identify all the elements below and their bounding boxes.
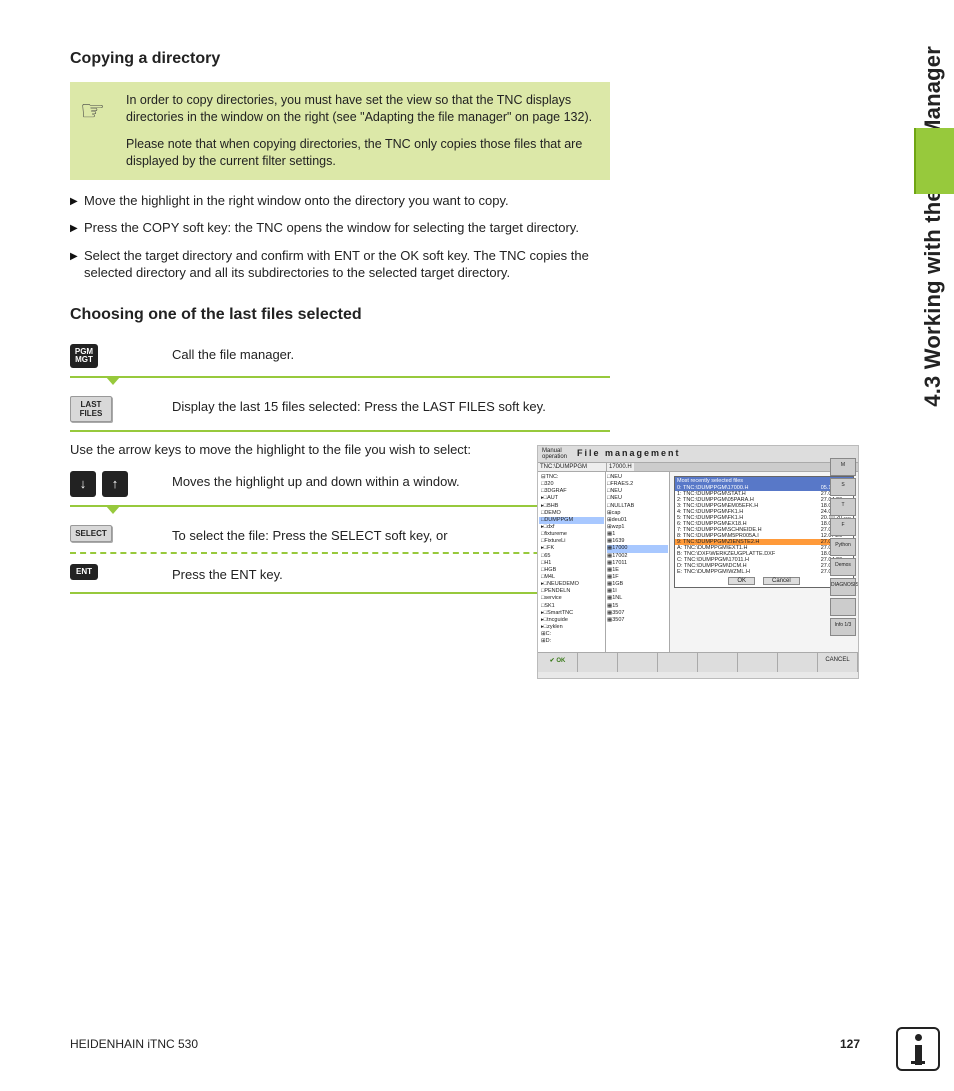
bullet-3: Select the target directory and confirm … [84,247,610,282]
separator-arrow [70,378,610,388]
heading-choosing: Choosing one of the last files selected [70,306,610,324]
arrow-down-key[interactable]: ↓ [70,471,96,497]
step-arrow-intro: Use the arrow keys to move the highlight… [70,442,610,457]
section-label: 4.3 Working with the File Manager [920,40,946,407]
popup-cancel-button[interactable]: Cancel [763,577,800,585]
bullet-1: Move the highlight in the right window o… [84,192,509,210]
softkey-ok[interactable]: ✔ OK [538,653,578,672]
popup-title: Most recently selected files [675,477,853,485]
info-icon [896,1027,940,1071]
side-button[interactable]: F [830,518,856,536]
ent-key[interactable]: ENT [70,564,98,580]
thumb-tab [914,128,954,194]
footer-page: 127 [840,1037,860,1051]
side-button[interactable]: S [830,478,856,496]
separator [70,430,610,432]
shot-mode: Manual operation [542,448,567,460]
side-button[interactable]: M [830,458,856,476]
side-button[interactable] [830,598,856,616]
side-button[interactable]: Info 1/3 [830,618,856,636]
side-button[interactable]: DIAGNOSIS [830,578,856,596]
footer-product: HEIDENHAIN iTNC 530 [70,1037,198,1051]
shot-tree: ⊟TNC:□320□3DGRAF▸□AUT▸□BHB□DEMO□DUMPPGM▸… [538,472,606,652]
pgm-mgt-key[interactable]: PGM MGT [70,344,98,368]
side-button[interactable]: T [830,498,856,516]
side-button[interactable]: Demos [830,558,856,576]
separator-arrow [70,507,610,517]
step-call-fm: Call the file manager. [172,344,610,364]
screenshot-file-manager: Manual operation File management TNC:\DU… [537,445,859,679]
note-box: ☞ In order to copy directories, you must… [70,82,610,180]
arrow-up-key[interactable]: ↑ [102,471,128,497]
popup-ok-button[interactable]: OK [728,577,755,585]
triangle-icon: ▶ [70,219,84,237]
bullet-2: Press the COPY soft key: the TNC opens t… [84,219,579,237]
shot-path: TNC:\DUMPPGM [538,463,606,471]
note-p2: Please note that when copying directorie… [126,136,596,170]
separator [70,592,610,594]
triangle-icon: ▶ [70,247,84,282]
hand-point-icon: ☞ [80,92,126,170]
triangle-icon: ▶ [70,192,84,210]
separator-dashed [70,552,610,554]
side-button[interactable]: Python [830,538,856,556]
shot-filelist: □NEU□FRAES.2□NEU□NEU□NULLTAB⊞cap⊞deu01⊞w… [606,472,670,652]
note-p1: In order to copy directories, you must h… [126,92,596,126]
shot-current-file: 17000.H [606,463,634,471]
select-key[interactable]: SELECT [70,525,112,542]
softkey-cancel[interactable]: CANCEL [818,653,858,672]
last-files-key[interactable]: LAST FILES [70,396,112,422]
shot-title: File management [577,448,681,460]
heading-copying: Copying a directory [70,50,610,68]
step-last-files: Display the last 15 files selected: Pres… [172,396,610,416]
